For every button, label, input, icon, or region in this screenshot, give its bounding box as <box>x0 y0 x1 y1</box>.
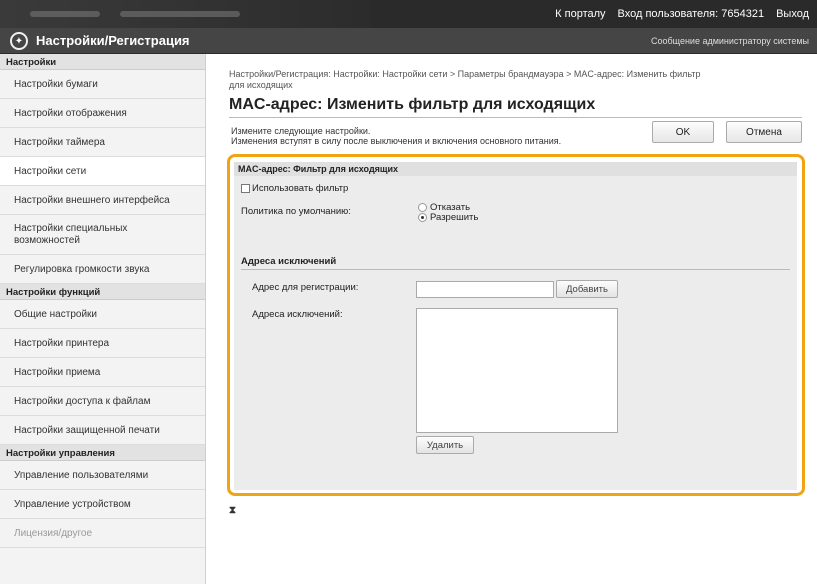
register-address-label: Адрес для регистрации: <box>252 282 359 293</box>
masked-device-info <box>0 0 370 28</box>
add-address-button[interactable]: Добавить <box>556 280 618 298</box>
logout-link[interactable]: Выход <box>776 8 809 20</box>
main-content: Настройки/Регистрация: Настройки: Настро… <box>206 54 817 584</box>
blurred-text <box>120 11 240 17</box>
login-id: 7654321 <box>721 8 765 20</box>
login-info: Вход пользователя: 7654321 <box>618 8 765 20</box>
section-body: Использовать фильтр Политика по умолчани… <box>234 176 797 490</box>
sidebar-item-license[interactable]: Лицензия/другое <box>0 519 205 548</box>
login-label: Вход пользователя: <box>617 8 719 20</box>
policy-allow-radio[interactable] <box>418 213 427 222</box>
sidebar-group-management: Настройки управления <box>0 445 205 461</box>
sidebar-item-external-interface[interactable]: Настройки внешнего интерфейса <box>0 186 205 215</box>
use-filter-label[interactable]: Использовать фильтр <box>252 183 348 194</box>
sidebar-group-functions: Настройки функций <box>0 284 205 300</box>
sidebar-item-printer[interactable]: Настройки принтера <box>0 329 205 358</box>
breadcrumb: Настройки/Регистрация: Настройки: Настро… <box>229 69 799 91</box>
sidebar-group-settings: Настройки <box>0 54 205 70</box>
admin-message-link[interactable]: Сообщение администратору системы <box>651 36 809 46</box>
sidebar-item-display[interactable]: Настройки отображения <box>0 99 205 128</box>
section-header: MAC-адрес: Фильтр для исходящих <box>234 162 797 176</box>
sidebar-item-accessibility-line1: Настройки специальных <box>14 222 128 234</box>
sidebar-item-file-access[interactable]: Настройки доступа к файлам <box>0 387 205 416</box>
use-filter-checkbox[interactable] <box>241 184 250 193</box>
default-policy-label: Политика по умолчанию: <box>241 206 351 217</box>
cancel-button[interactable]: Отмена <box>726 121 802 143</box>
app-title: Настройки/Регистрация <box>36 33 190 48</box>
exception-addresses-label: Адреса исключений: <box>252 309 343 320</box>
sidebar-item-device[interactable]: Управление устройством <box>0 490 205 519</box>
instructions-line1: Измените следующие настройки. <box>231 126 371 136</box>
policy-allow-label[interactable]: Разрешить <box>430 212 478 223</box>
ok-button[interactable]: OK <box>652 121 714 143</box>
sidebar-item-receive[interactable]: Настройки приема <box>0 358 205 387</box>
title-divider <box>229 117 802 118</box>
instructions-line2: Изменения вступят в силу после выключени… <box>231 136 562 146</box>
settings-logo-icon: ✦ <box>10 32 28 50</box>
sidebar-item-paper[interactable]: Настройки бумаги <box>0 70 205 99</box>
sidebar-item-accessibility-line2: возможностей <box>14 234 80 246</box>
policy-deny-radio[interactable] <box>418 203 427 212</box>
scroll-to-top-icon[interactable]: ⧗ <box>229 505 236 516</box>
sidebar-item-volume[interactable]: Регулировка громкости звука <box>0 255 205 284</box>
top-links: К порталу Вход пользователя: 7654321 Вых… <box>555 0 809 28</box>
register-address-input[interactable] <box>416 281 554 298</box>
sidebar-item-users[interactable]: Управление пользователями <box>0 461 205 490</box>
delete-address-button[interactable]: Удалить <box>416 436 474 454</box>
app-header: ✦ Настройки/Регистрация Сообщение админи… <box>0 28 817 54</box>
top-bar: К порталу Вход пользователя: 7654321 Вых… <box>0 0 817 28</box>
sidebar-item-secure-print[interactable]: Настройки защищенной печати <box>0 416 205 445</box>
exceptions-heading: Адреса исключений <box>241 256 790 270</box>
portal-link[interactable]: К порталу <box>555 8 605 20</box>
sidebar-item-accessibility[interactable]: Настройки специальных возможностей <box>0 215 205 255</box>
blurred-text <box>30 11 100 17</box>
sidebar-item-timer[interactable]: Настройки таймера <box>0 128 205 157</box>
sidebar-item-network[interactable]: Настройки сети <box>0 157 205 186</box>
page-title: MAC-адрес: Изменить фильтр для исходящих <box>229 96 596 113</box>
exception-addresses-list[interactable] <box>416 308 618 433</box>
sidebar-item-common[interactable]: Общие настройки <box>0 300 205 329</box>
breadcrumb-line2[interactable]: для исходящих <box>229 80 799 91</box>
mac-filter-section: MAC-адрес: Фильтр для исходящих Использо… <box>227 154 805 496</box>
instructions: Измените следующие настройки. Изменения … <box>231 126 561 146</box>
breadcrumb-line1[interactable]: Настройки/Регистрация: Настройки: Настро… <box>229 69 799 80</box>
sidebar: Настройки Настройки бумаги Настройки ото… <box>0 54 206 584</box>
